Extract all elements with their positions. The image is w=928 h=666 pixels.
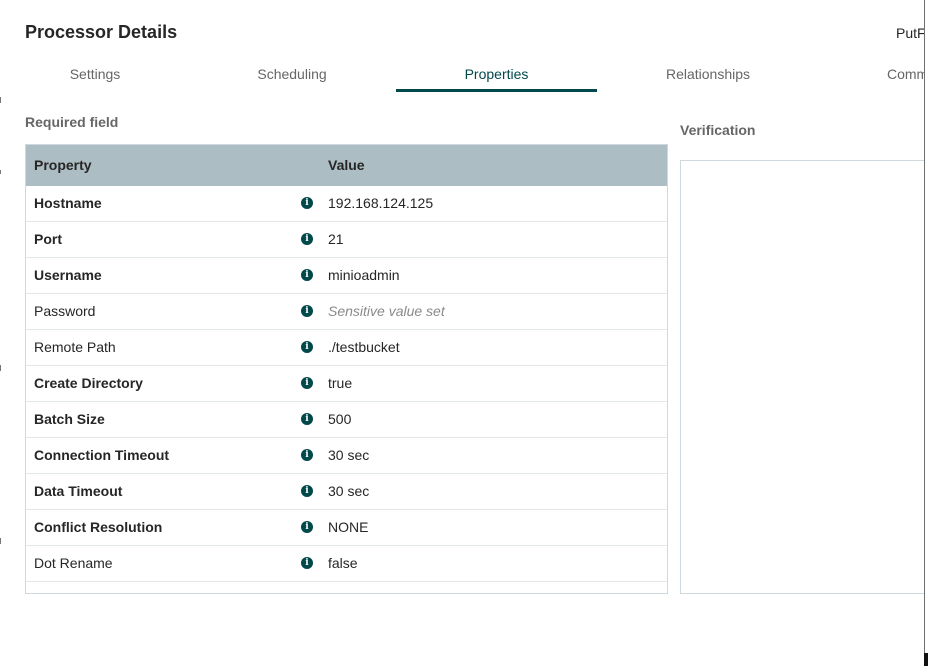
property-value[interactable]: 30 sec [328,483,369,499]
properties-table-body: Hostname i 192.168.124.125 Port i 21 Username i… [26,186,667,582]
property-value[interactable]: 192.168.124.125 [328,195,433,211]
properties-table: Property Value Hostname i 192.168.124.125 P… [25,144,668,594]
property-name: Create Directory [34,375,143,391]
header-property[interactable]: Property [34,157,92,173]
required-field-label: Required field [25,114,119,130]
info-icon[interactable]: i [301,233,313,245]
property-name: Password [34,303,96,319]
table-row[interactable]: Password i Sensitive value set [26,294,667,330]
table-row[interactable]: Username i minioadmin [26,258,667,294]
table-row[interactable]: Remote Path i ./testbucket [26,330,667,366]
header-value[interactable]: Value [328,157,365,173]
info-icon[interactable]: i [301,305,313,317]
property-name: Batch Size [34,411,105,427]
property-name: Dot Rename [34,555,113,571]
table-row[interactable]: Create Directory i true [26,366,667,402]
property-value[interactable]: 21 [328,231,344,247]
tab-settings[interactable]: Settings [40,66,150,92]
table-row[interactable]: Dot Rename i false [26,546,667,582]
info-icon[interactable]: i [301,557,313,569]
property-name: Username [34,267,102,283]
active-tab-indicator [396,89,597,92]
property-value[interactable]: minioadmin [328,267,400,283]
info-icon[interactable]: i [301,197,313,209]
dialog-border [924,0,925,666]
property-value[interactable]: true [328,375,352,391]
properties-table-header: Property Value [26,145,667,186]
property-name: Remote Path [34,339,116,355]
property-name: Port [34,231,62,247]
property-value[interactable]: false [328,555,358,571]
background-edge-mark [0,97,1,103]
property-value[interactable]: 500 [328,411,351,427]
background-edge-mark [0,170,1,174]
property-value[interactable]: NONE [328,519,368,535]
verification-label: Verification [680,122,756,138]
property-name: Connection Timeout [34,447,170,463]
background-edge-mark [0,538,1,544]
info-icon[interactable]: i [301,449,313,461]
table-row[interactable]: Conflict Resolution i NONE [26,510,667,546]
property-value[interactable]: 30 sec [328,447,369,463]
verification-panel [680,160,925,594]
info-icon[interactable]: i [301,377,313,389]
background-edge-mark [0,365,1,371]
table-row[interactable]: Batch Size i 500 [26,402,667,438]
property-name: Hostname [34,195,102,211]
processor-type-label: PutF [896,25,924,41]
info-icon[interactable]: i [301,341,313,353]
property-name: Data Timeout [34,483,123,499]
info-icon[interactable]: i [301,521,313,533]
table-row[interactable]: Hostname i 192.168.124.125 [26,186,667,222]
background-corner [924,653,928,666]
tab-comments[interactable]: Comm [887,66,924,92]
property-value[interactable]: ./testbucket [328,339,400,355]
info-icon[interactable]: i [301,485,313,497]
tab-relationships[interactable]: Relationships [658,66,758,92]
table-row[interactable]: Connection Timeout i 30 sec [26,438,667,474]
dialog-title: Processor Details [25,22,178,42]
table-row[interactable]: Port i 21 [26,222,667,258]
info-icon[interactable]: i [301,413,313,425]
property-name: Conflict Resolution [34,519,163,535]
property-value[interactable]: Sensitive value set [328,303,445,319]
tab-scheduling[interactable]: Scheduling [237,66,347,92]
processor-details-dialog: Processor Details PutF Settings Scheduli… [0,0,925,666]
table-row[interactable]: Data Timeout i 30 sec [26,474,667,510]
info-icon[interactable]: i [301,269,313,281]
